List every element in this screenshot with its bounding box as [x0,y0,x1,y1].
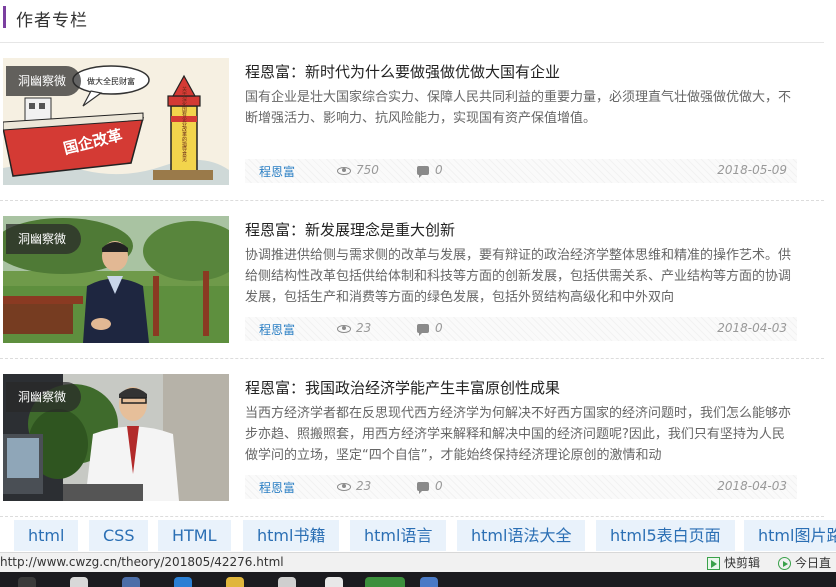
article-summary: 国有企业是壮大国家综合实力、保障人民共同利益的重要力量，必须理直气壮做强做优做大… [245,90,792,126]
article-thumbnail[interactable]: 洞幽察微 [3,216,229,343]
thumbnail-category-tag[interactable]: 洞幽察微 [6,382,82,412]
tag-link[interactable]: html语言 [350,520,447,551]
taskbar-app-icon[interactable] [18,577,36,587]
tag-link[interactable]: html书籍 [243,520,340,551]
article-item: 洞幽察微 程恩富：我国政治经济学能产生丰富原创性成果 当西方经济学者都在反思现代… [0,359,824,517]
tag-link[interactable]: HTML [158,520,231,551]
view-count: 750 [356,163,379,177]
view-count: 23 [356,321,372,335]
article-item: 做大全民财富 国企改革 关于深化国有企业改革的指导意见 洞幽察微 程恩富：新时代… [0,43,824,201]
video-edit-icon [707,557,720,570]
comment-icon [417,166,429,178]
article-comments: 0 [417,163,443,178]
taskbar-app-icon[interactable] [420,577,438,587]
kuaijianji-label: 快剪辑 [724,556,761,570]
cartoon-tower-text: 关于深化国有企业改革的指导意见 [181,86,187,163]
taskbar-folder-icon[interactable] [226,577,244,587]
article-title[interactable]: 程恩富：我国政治经济学能产生丰富原创性成果 [245,377,560,398]
article-author-link[interactable]: 程恩富 [259,479,295,496]
tag-link[interactable]: html [14,520,79,551]
eye-icon [337,324,351,333]
article-views: 23 [337,479,371,493]
article-date: 2018-04-03 [717,479,787,493]
browser-status-bar: http://www.cwzg.cn/theory/201805/42276.h… [0,552,836,572]
section-header: 作者专栏 [0,0,824,43]
comment-icon [417,324,429,336]
taskbar-app-icon[interactable] [122,577,140,587]
tag-link[interactable]: html5表白页面 [596,520,735,551]
thumbnail-category-tag[interactable]: 洞幽察微 [6,66,82,96]
taskbar-app-icon[interactable] [325,577,343,587]
article-meta-bar: 程恩富 23 0 2018-04-03 [245,317,797,341]
taskbar-app-icon[interactable] [278,577,296,587]
status-url: http://www.cwzg.cn/theory/201805/42276.h… [0,555,284,569]
article-author-link[interactable]: 程恩富 [259,163,295,180]
eye-icon [337,166,351,175]
article-summary: 当西方经济学者都在反思现代西方经济学为何解决不好西方国家的经济问题时，我们怎么能… [245,406,792,463]
play-circle-icon [778,557,791,570]
kuaijianji-button[interactable]: 快剪辑 [707,554,760,571]
section-accent-bar [3,6,6,28]
comment-count: 0 [435,321,443,335]
article-views: 23 [337,321,371,335]
article-thumbnail[interactable]: 洞幽察微 [3,374,229,501]
article-title[interactable]: 程恩富：新时代为什么要做强做优做大国有企业 [245,61,560,82]
article-views: 750 [337,163,379,177]
view-count: 23 [356,479,372,493]
taskbar-app-icon[interactable] [174,577,192,587]
today-live-label: 今日直 [795,556,832,570]
article-comments: 0 [417,321,443,336]
thumbnail-category-tag[interactable]: 洞幽察微 [6,224,82,254]
tag-link[interactable]: html图片路 [744,520,836,551]
comment-count: 0 [435,163,443,177]
article-meta-bar: 程恩富 23 0 2018-04-03 [245,475,797,499]
today-live-button[interactable]: 今日直 [778,554,831,571]
section-title: 作者专栏 [16,11,88,31]
article-item: 洞幽察微 程恩富：新发展理念是重大创新 协调推进供给侧与需求侧的改革与发展，要有… [0,201,824,359]
article-summary: 协调推进供给侧与需求侧的改革与发展，要有辩证的政治经济学整体思维和精准的操作艺术… [245,248,792,305]
taskbar-browser-icon[interactable] [365,577,405,587]
article-title[interactable]: 程恩富：新发展理念是重大创新 [245,219,455,240]
article-meta-bar: 程恩富 750 0 2018-05-09 [245,159,797,183]
comment-icon [417,482,429,494]
article-date: 2018-04-03 [717,321,787,335]
tag-link[interactable]: CSS [89,520,149,551]
article-comments: 0 [417,479,443,494]
article-thumbnail[interactable]: 做大全民财富 国企改革 关于深化国有企业改革的指导意见 洞幽察微 [3,58,229,185]
article-date: 2018-05-09 [717,163,787,177]
tag-link[interactable]: html语法大全 [457,520,586,551]
eye-icon [337,482,351,491]
taskbar-app-icon[interactable] [70,577,88,587]
os-taskbar [0,572,836,587]
comment-count: 0 [435,479,443,493]
cartoon-sign-text: 做大全民财富 [87,76,135,86]
article-author-link[interactable]: 程恩富 [259,321,295,338]
related-tags-bar: html CSS HTML html书籍 html语言 html语法大全 htm… [0,518,836,553]
